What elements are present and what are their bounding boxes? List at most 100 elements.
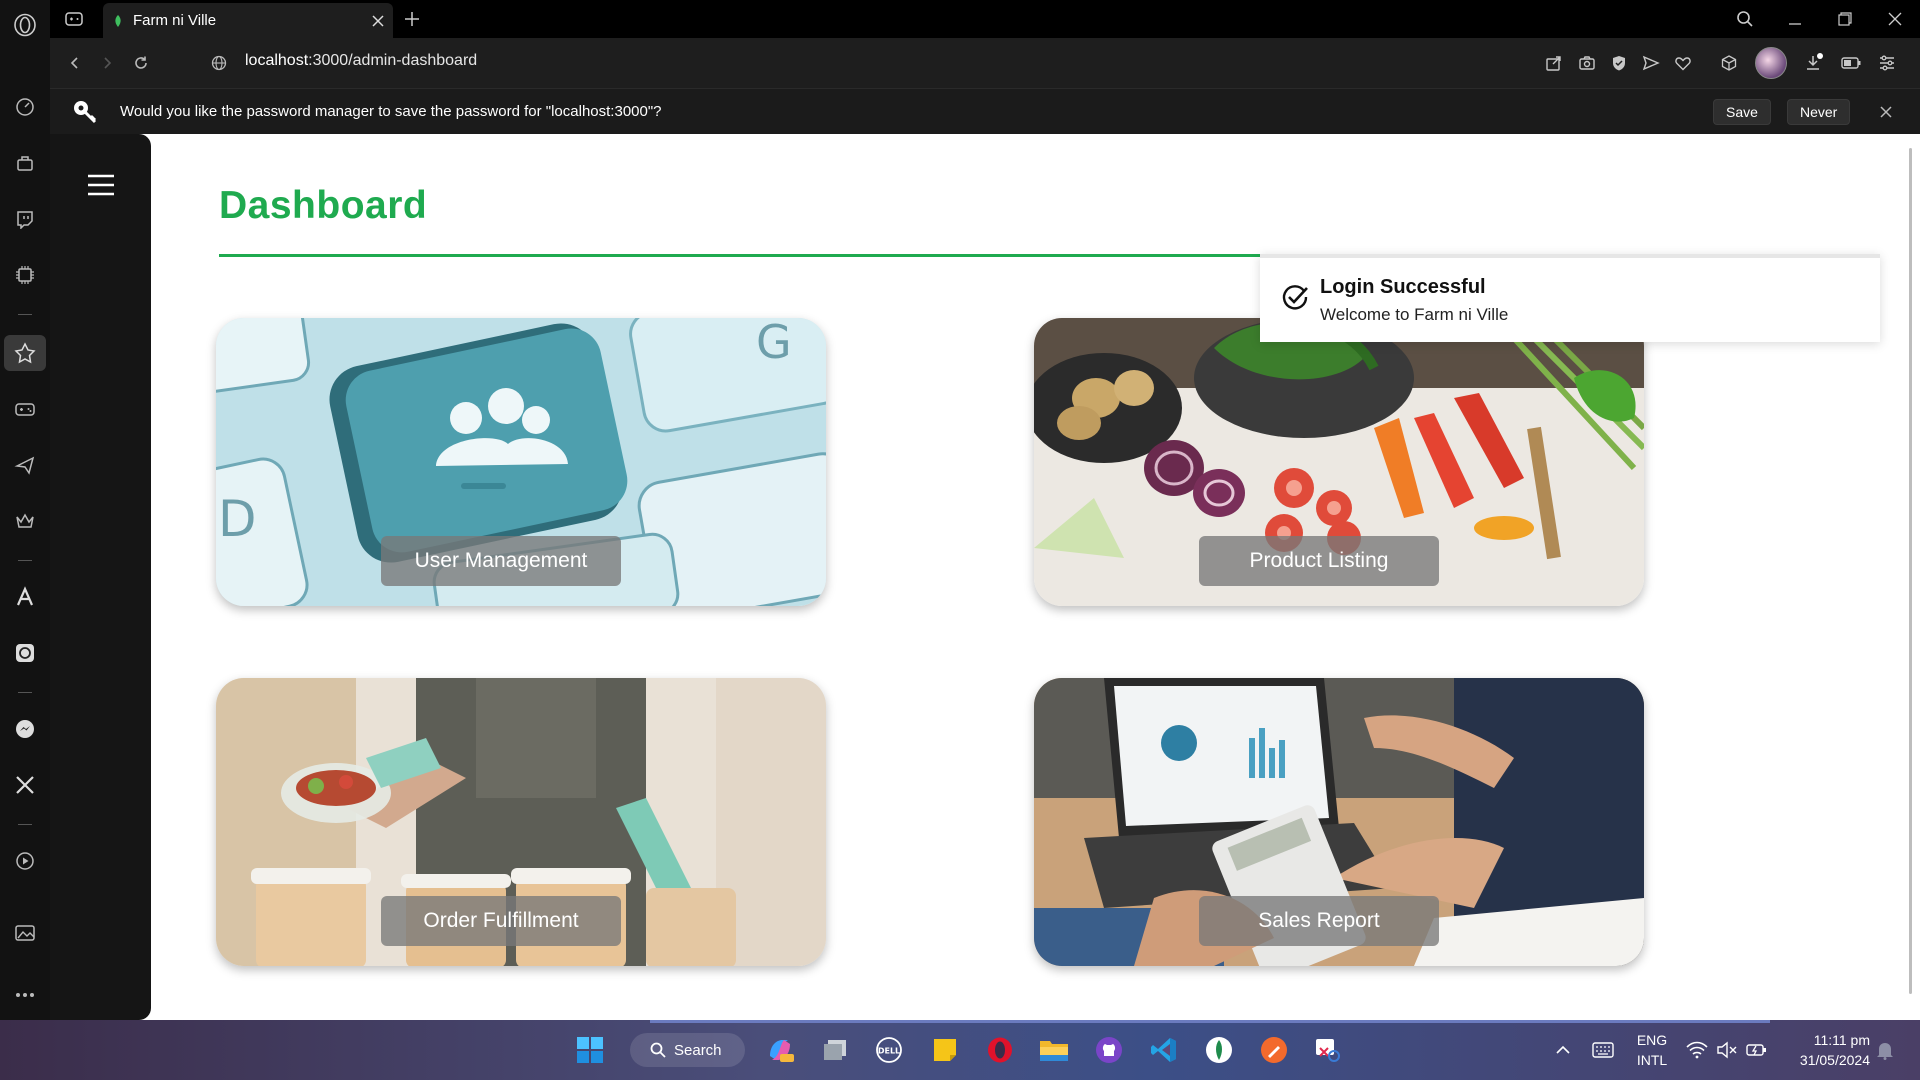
speed-dial-icon[interactable] (10, 92, 40, 122)
reload-icon[interactable] (129, 51, 153, 75)
aria-icon[interactable] (10, 582, 40, 612)
opera-taskbar-icon[interactable] (985, 1035, 1015, 1065)
windows-taskbar: Search DELL ENG INTL 11:11 pm 31/05/2024 (0, 1020, 1920, 1080)
page-viewport: Dashboard G D User Management Product Li… (50, 134, 1920, 1020)
clock-date: 31/05/2024 (1799, 1052, 1870, 1068)
messenger-icon[interactable] (10, 714, 40, 744)
product-listing-card[interactable]: Product Listing (1034, 318, 1644, 606)
downloads-icon[interactable] (1802, 51, 1826, 75)
clock-time: 11:11 pm (1813, 1032, 1870, 1048)
language-code: ENG (1636, 1032, 1668, 1048)
order-fulfillment-label[interactable]: Order Fulfillment (381, 896, 621, 946)
new-tab-icon[interactable] (400, 7, 424, 31)
travel-icon[interactable] (10, 450, 40, 480)
more-icon[interactable] (10, 980, 40, 1010)
shield-icon[interactable] (1607, 51, 1631, 75)
tab-bar: Farm ni Ville (50, 0, 1920, 38)
close-password-bar-icon[interactable] (1875, 101, 1897, 123)
start-icon[interactable] (575, 1035, 605, 1065)
scrollbar-thumb[interactable] (1909, 148, 1912, 994)
opera-logo-icon[interactable] (10, 10, 40, 40)
svg-text:G: G (756, 318, 792, 369)
send-icon[interactable] (1639, 51, 1663, 75)
clock[interactable]: 11:11 pm 31/05/2024 (1780, 1030, 1870, 1070)
share-icon[interactable] (1542, 51, 1566, 75)
vscode-icon[interactable] (1149, 1035, 1179, 1065)
battery-icon[interactable] (1742, 1035, 1772, 1065)
forward-icon[interactable] (95, 51, 119, 75)
address-bar: localhost:3000/admin-dashboard (50, 38, 1920, 88)
crown-icon[interactable] (10, 506, 40, 536)
url-host: localhost (245, 52, 309, 69)
input-language[interactable]: ENG INTL (1632, 1030, 1672, 1070)
toast-message: Welcome to Farm ni Ville (1320, 305, 1509, 324)
hamburger-menu-icon[interactable] (87, 173, 115, 197)
twitch-icon[interactable] (10, 204, 40, 234)
copilot-icon[interactable] (765, 1035, 795, 1065)
tab-title: Farm ni Ville (133, 12, 217, 29)
wifi-icon[interactable] (1682, 1035, 1712, 1065)
never-save-button[interactable]: Never (1787, 99, 1851, 125)
chatgpt-icon[interactable] (10, 638, 40, 668)
page-title: Dashboard (219, 184, 428, 227)
app-sidebar (50, 134, 151, 1020)
snipping-tool-icon[interactable] (1313, 1035, 1343, 1065)
volume-muted-icon[interactable] (1712, 1035, 1742, 1065)
task-view-icon[interactable] (820, 1035, 850, 1065)
workspace-icon[interactable] (62, 7, 86, 31)
mongodb-compass-icon[interactable] (1204, 1035, 1234, 1065)
x-twitter-icon[interactable] (10, 770, 40, 800)
favicon-icon (115, 14, 121, 27)
shopping-icon[interactable] (10, 148, 40, 178)
save-password-button[interactable]: Save (1713, 99, 1771, 125)
url-field[interactable]: localhost:3000/admin-dashboard (245, 52, 477, 70)
order-fulfillment-card[interactable]: Order Fulfillment (216, 678, 826, 966)
url-path: :3000/admin-dashboard (308, 52, 478, 69)
show-hidden-icons-icon[interactable] (1548, 1035, 1578, 1065)
back-icon[interactable] (63, 51, 87, 75)
pinboards-icon[interactable] (4, 335, 46, 371)
battery-saver-icon[interactable] (1839, 51, 1863, 75)
chip-icon[interactable] (10, 260, 40, 290)
dell-icon[interactable]: DELL (874, 1035, 904, 1065)
user-management-label[interactable]: User Management (381, 536, 621, 586)
extensions-cube-icon[interactable] (1717, 51, 1741, 75)
product-listing-label[interactable]: Product Listing (1199, 536, 1439, 586)
key-icon (74, 101, 97, 124)
login-success-toast: Login Successful Welcome to Farm ni Vill… (1260, 254, 1880, 342)
touch-keyboard-icon[interactable] (1588, 1035, 1618, 1065)
check-circle-icon (1282, 285, 1308, 310)
browser-sidebar (0, 0, 50, 1020)
tab-close-icon[interactable] (367, 10, 389, 32)
password-save-message: Would you like the password manager to s… (120, 103, 662, 120)
snapshot-icon[interactable] (10, 918, 40, 948)
profile-avatar[interactable] (1755, 47, 1787, 79)
site-info-icon[interactable] (207, 51, 231, 75)
restore-icon[interactable] (1825, 4, 1865, 34)
password-save-bar: Would you like the password manager to s… (50, 88, 1920, 134)
taskbar-search[interactable]: Search (630, 1033, 745, 1067)
player-icon[interactable] (10, 846, 40, 876)
search-icon (650, 1042, 666, 1058)
minimize-icon[interactable] (1775, 4, 1815, 34)
camera-icon[interactable] (1575, 51, 1599, 75)
user-management-card[interactable]: G D User Management (216, 318, 826, 606)
notifications-bell-icon[interactable] (1870, 1035, 1900, 1065)
github-icon[interactable] (1094, 1035, 1124, 1065)
search-label: Search (674, 1041, 722, 1059)
sticky-notes-icon[interactable] (930, 1035, 960, 1065)
close-window-icon[interactable] (1875, 4, 1915, 34)
sales-report-card[interactable]: Sales Report (1034, 678, 1644, 966)
postman-icon[interactable] (1259, 1035, 1289, 1065)
gaming-icon[interactable] (10, 394, 40, 424)
tab-farm-ni-ville[interactable]: Farm ni Ville (103, 3, 393, 38)
file-explorer-icon[interactable] (1039, 1035, 1069, 1065)
taskbar-highlight (650, 1020, 1770, 1023)
page-scrollbar[interactable] (1907, 138, 1915, 1008)
sales-report-label[interactable]: Sales Report (1199, 896, 1439, 946)
heart-icon[interactable] (1671, 51, 1695, 75)
search-tabs-icon[interactable] (1725, 4, 1765, 34)
easy-setup-icon[interactable] (1875, 51, 1899, 75)
svg-text:DELL: DELL (878, 1047, 900, 1056)
toast-title: Login Successful (1320, 276, 1486, 298)
